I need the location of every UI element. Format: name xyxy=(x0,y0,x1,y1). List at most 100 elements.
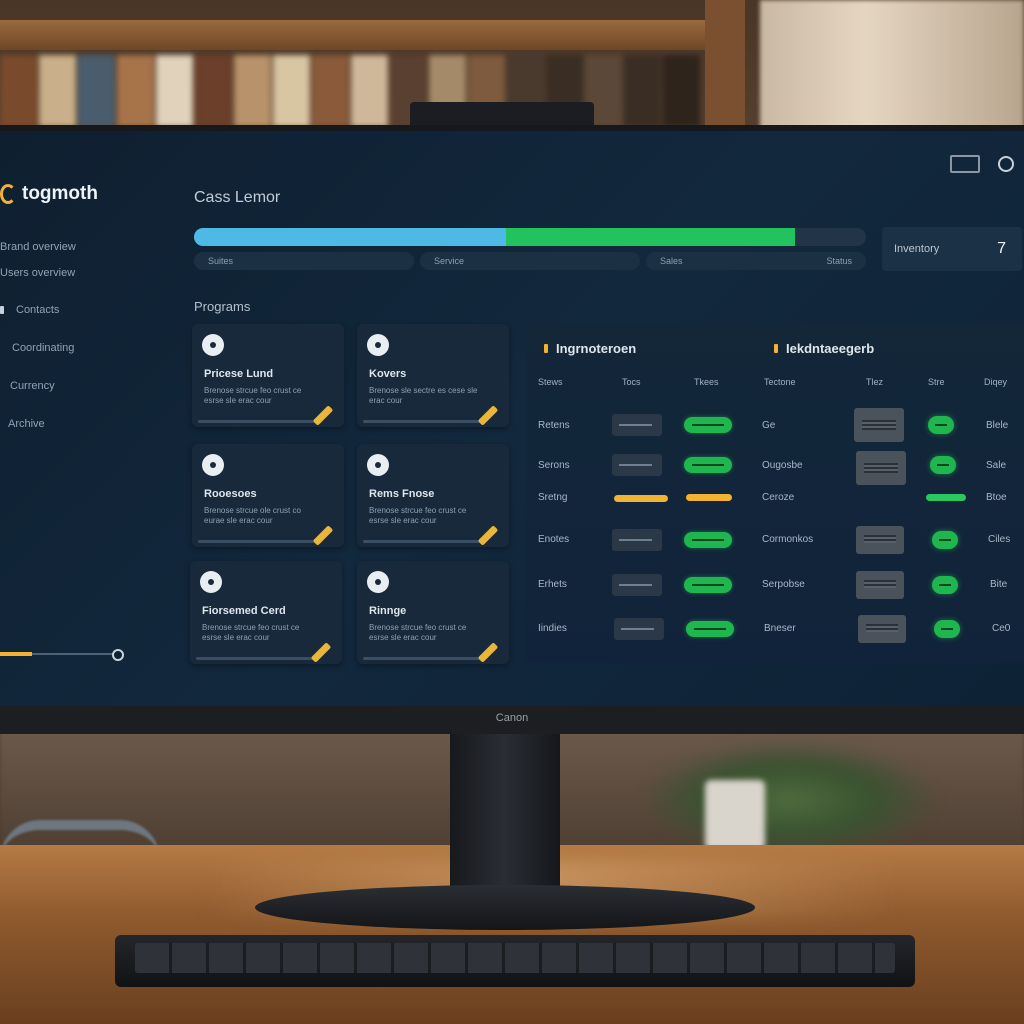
edit-icon[interactable] xyxy=(477,642,499,663)
program-icon xyxy=(200,571,222,593)
inventory-stat[interactable]: Inventory 7 xyxy=(882,227,1022,271)
program-card[interactable]: Kovers Brenose sle sectre es cese sle er… xyxy=(357,324,509,427)
program-card[interactable]: Rems Fnose Brenose strcue feo crust ce e… xyxy=(357,444,509,547)
row-detail: Serpobse xyxy=(762,579,805,590)
pill-suites[interactable]: Suites xyxy=(194,252,414,270)
edit-icon[interactable] xyxy=(310,642,332,663)
column-header[interactable]: Tlez xyxy=(866,377,883,387)
row-value: Ciles xyxy=(988,534,1011,545)
table-row[interactable]: Erhets Serpobse Bite xyxy=(526,566,1024,606)
sidebar-item-coordinating[interactable]: Coordinating xyxy=(12,342,74,354)
table-title-marker xyxy=(544,344,548,353)
sidebar-slider[interactable] xyxy=(0,649,124,661)
program-icon xyxy=(367,334,389,356)
row-name: Sretng xyxy=(538,492,568,503)
card-title: Rems Fnose xyxy=(369,488,435,500)
column-header[interactable]: Tectone xyxy=(764,377,796,387)
column-header[interactable]: Tkees xyxy=(694,377,719,387)
card-subtitle: Brenose strcue ole crust co eurae sle er… xyxy=(204,506,301,525)
monitor-brand: Canon xyxy=(495,712,529,724)
row-value: Blele xyxy=(986,420,1009,431)
window-icon[interactable] xyxy=(950,155,980,173)
app-screen: togmoth Brand overview Users overview Co… xyxy=(0,131,1024,706)
row-name: Iindies xyxy=(538,623,567,634)
plant xyxy=(640,740,940,860)
row-value: Btoe xyxy=(986,492,1007,503)
status-badge xyxy=(684,417,732,433)
table-row[interactable]: Sretng Ceroze Btoe xyxy=(526,483,1024,513)
app-name: togmoth xyxy=(22,183,98,204)
table-title-left: Ingrnoteroen xyxy=(544,341,636,356)
program-card[interactable]: Pricese Lund Brenose strcue feo crust ce… xyxy=(192,324,344,427)
program-card[interactable]: Rinnge Brenose strcue feo crust ce esrse… xyxy=(357,561,509,664)
slider-knob[interactable] xyxy=(112,649,124,661)
progress-segment-b xyxy=(506,228,796,246)
column-header[interactable]: Diqey xyxy=(984,377,1007,387)
card-title: Rooesoes xyxy=(204,488,257,500)
row-detail: Bneser xyxy=(764,623,796,634)
card-title: Fiorsemed Cerd xyxy=(202,605,286,617)
table-title-marker xyxy=(774,344,778,353)
column-header[interactable]: Stre xyxy=(928,377,945,387)
row-detail: Cormonkos xyxy=(762,534,814,545)
row-name: Serons xyxy=(538,460,570,471)
table-row[interactable]: Iindies Bneser Ce0 xyxy=(526,610,1024,650)
table-row[interactable]: Serons Ougosbe Sale xyxy=(526,448,1024,488)
app-logo[interactable]: togmoth xyxy=(0,183,98,205)
plant-pot xyxy=(705,780,765,850)
account-icon[interactable] xyxy=(998,156,1014,172)
filter-pills: Suites Service Sales Status xyxy=(194,252,866,270)
edit-icon[interactable] xyxy=(477,405,499,426)
column-header[interactable]: Tocs xyxy=(622,377,641,387)
program-icon xyxy=(202,454,224,476)
row-detail: Ceroze xyxy=(762,492,795,503)
card-progress xyxy=(363,657,481,660)
sidebar-item-brand-overview[interactable]: Brand overview xyxy=(0,241,76,253)
progress-bar-yellow xyxy=(686,494,732,501)
status-chip xyxy=(614,618,664,640)
logo-icon xyxy=(0,184,16,204)
card-subtitle: Brenose strcue feo crust ce esrse sle er… xyxy=(202,623,300,642)
page-title: Cass Lemor xyxy=(194,189,281,206)
program-card[interactable]: Fiorsemed Cerd Brenose strcue feo crust … xyxy=(190,561,342,664)
program-card[interactable]: Rooesoes Brenose strcue ole crust co eur… xyxy=(192,444,344,547)
stat-value: 7 xyxy=(997,240,1006,257)
row-detail: Ougosbe xyxy=(762,460,803,471)
row-name: Erhets xyxy=(538,579,567,590)
edit-icon[interactable] xyxy=(477,525,499,546)
status-chip xyxy=(612,529,662,551)
status-dot xyxy=(934,620,960,638)
card-progress xyxy=(363,540,481,543)
edit-icon[interactable] xyxy=(312,405,334,426)
window-curtain xyxy=(760,0,1024,140)
program-icon xyxy=(367,454,389,476)
row-thumbnail[interactable] xyxy=(854,408,904,442)
pill-label: Service xyxy=(434,256,465,266)
stat-label: Inventory xyxy=(894,243,940,255)
sidebar-item-contacts[interactable]: Contacts xyxy=(16,304,59,316)
row-thumbnail[interactable] xyxy=(858,615,906,643)
table-title-right-text: Iekdntaeegerb xyxy=(786,341,875,356)
row-thumbnail[interactable] xyxy=(856,526,904,554)
edit-icon[interactable] xyxy=(312,525,334,546)
sidebar-item-currency[interactable]: Currency xyxy=(10,380,55,392)
row-thumbnail[interactable] xyxy=(856,571,904,599)
pill-service[interactable]: Service xyxy=(420,252,640,270)
status-dot xyxy=(930,456,956,474)
sidebar-item-users-overview[interactable]: Users overview xyxy=(0,267,75,279)
sidebar-item-archive[interactable]: Archive xyxy=(8,418,45,430)
row-name: Enotes xyxy=(538,534,570,545)
table-row[interactable]: Enotes Cormonkos Ciles xyxy=(526,521,1024,561)
card-subtitle: Brenose strcue feo crust ce esrse sle er… xyxy=(204,386,302,405)
table-row[interactable]: Retens Ge Blele xyxy=(526,405,1024,445)
pill-sales[interactable]: Sales Status xyxy=(646,252,866,270)
window-controls xyxy=(950,155,1014,173)
card-title: Kovers xyxy=(369,368,407,380)
card-progress xyxy=(198,540,316,543)
card-subtitle: Brenose strcue feo crust ce esrse sle er… xyxy=(369,623,467,642)
column-header[interactable]: Stews xyxy=(538,377,563,387)
row-thumbnail[interactable] xyxy=(856,451,906,485)
program-icon xyxy=(367,571,389,593)
card-subtitle: Brenose strcue feo crust ce esrse sle er… xyxy=(369,506,467,525)
pill-value: Status xyxy=(826,256,852,266)
